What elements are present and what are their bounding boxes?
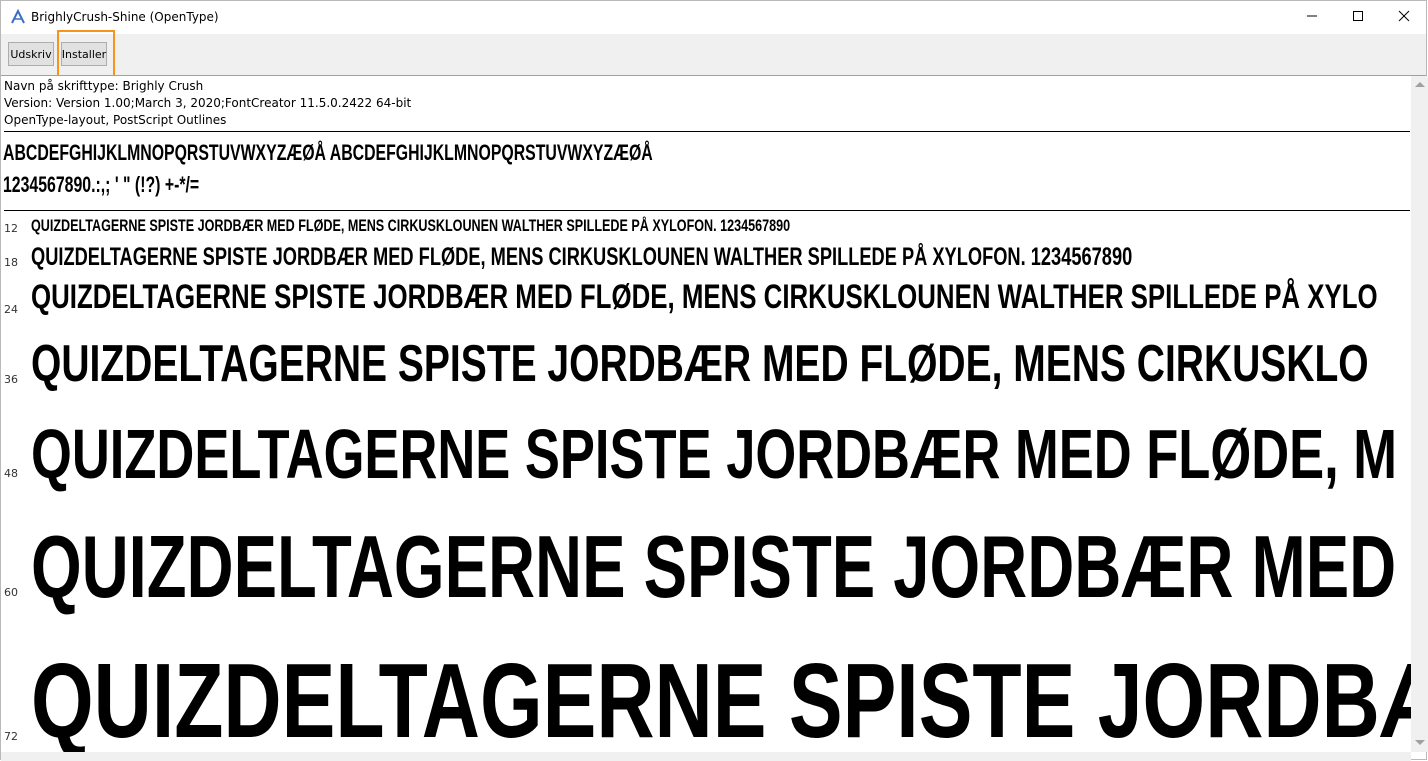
size-label: 24 — [4, 303, 18, 316]
scroll-down-icon[interactable] — [1415, 740, 1425, 745]
minimize-icon — [1306, 9, 1318, 27]
sample-text-72: QUIZDELTAGERNE SPISTE JORDBÆ — [31, 642, 1411, 752]
print-button[interactable]: Udskriv — [8, 42, 54, 66]
charset-digits: 1234567890.:,; ' " (!?) +-*/= — [3, 172, 200, 197]
close-button[interactable] — [1381, 1, 1427, 34]
title-bar[interactable]: BrighlyCrush-Shine (OpenType) — [1, 1, 1426, 34]
sample-text-48: QUIZDELTAGERNE SPISTE JORDBÆR MED FLØDE,… — [31, 415, 1398, 493]
sample-text-18: QUIZDELTAGERNE SPISTE JORDBÆR MED FLØDE,… — [31, 243, 1133, 271]
size-label: 18 — [4, 256, 18, 269]
sample-text-24: QUIZDELTAGERNE SPISTE JORDBÆR MED FLØDE,… — [31, 278, 1378, 316]
maximize-button[interactable] — [1335, 1, 1381, 34]
install-button-highlight — [57, 30, 115, 82]
horizontal-scrollbar[interactable] — [1, 752, 1411, 761]
separator-line — [4, 210, 1410, 211]
size-label: 60 — [4, 586, 18, 599]
font-file-icon — [10, 8, 26, 25]
font-preview-area[interactable]: Navn på skrifttype: Brighly Crush Versio… — [1, 76, 1411, 752]
font-version-line: Version: Version 1.00;March 3, 2020;Font… — [4, 96, 412, 110]
font-name-line: Navn på skrifttype: Brighly Crush — [4, 79, 204, 93]
toolbar: Udskriv Installer — [1, 34, 1426, 76]
size-label: 48 — [4, 467, 18, 480]
charset-letters: ABCDEFGHIJKLMNOPQRSTUVWXYZÆØÅ ABCDEFGHIJ… — [3, 140, 653, 165]
size-label: 36 — [4, 373, 18, 386]
font-layout-line: OpenType-layout, PostScript Outlines — [4, 113, 227, 127]
minimize-button[interactable] — [1289, 1, 1335, 34]
sample-text-60: QUIZDELTAGERNE SPISTE JORDBÆR MED — [31, 517, 1397, 616]
window-title: BrighlyCrush-Shine (OpenType) — [31, 10, 219, 24]
separator-line — [4, 131, 1410, 132]
size-label: 12 — [4, 222, 18, 235]
scroll-up-icon[interactable] — [1415, 82, 1425, 87]
sample-text-36: QUIZDELTAGERNE SPISTE JORDBÆR MED FLØDE,… — [31, 335, 1369, 393]
maximize-icon — [1352, 9, 1364, 27]
close-icon — [1398, 9, 1410, 27]
sample-text-12: QUIZDELTAGERNE SPISTE JORDBÆR MED FLØDE,… — [31, 216, 791, 235]
font-viewer-window: BrighlyCrush-Shine (OpenType) Udskriv In… — [0, 0, 1428, 761]
size-label: 72 — [4, 730, 18, 743]
vertical-scrollbar[interactable] — [1411, 76, 1428, 752]
